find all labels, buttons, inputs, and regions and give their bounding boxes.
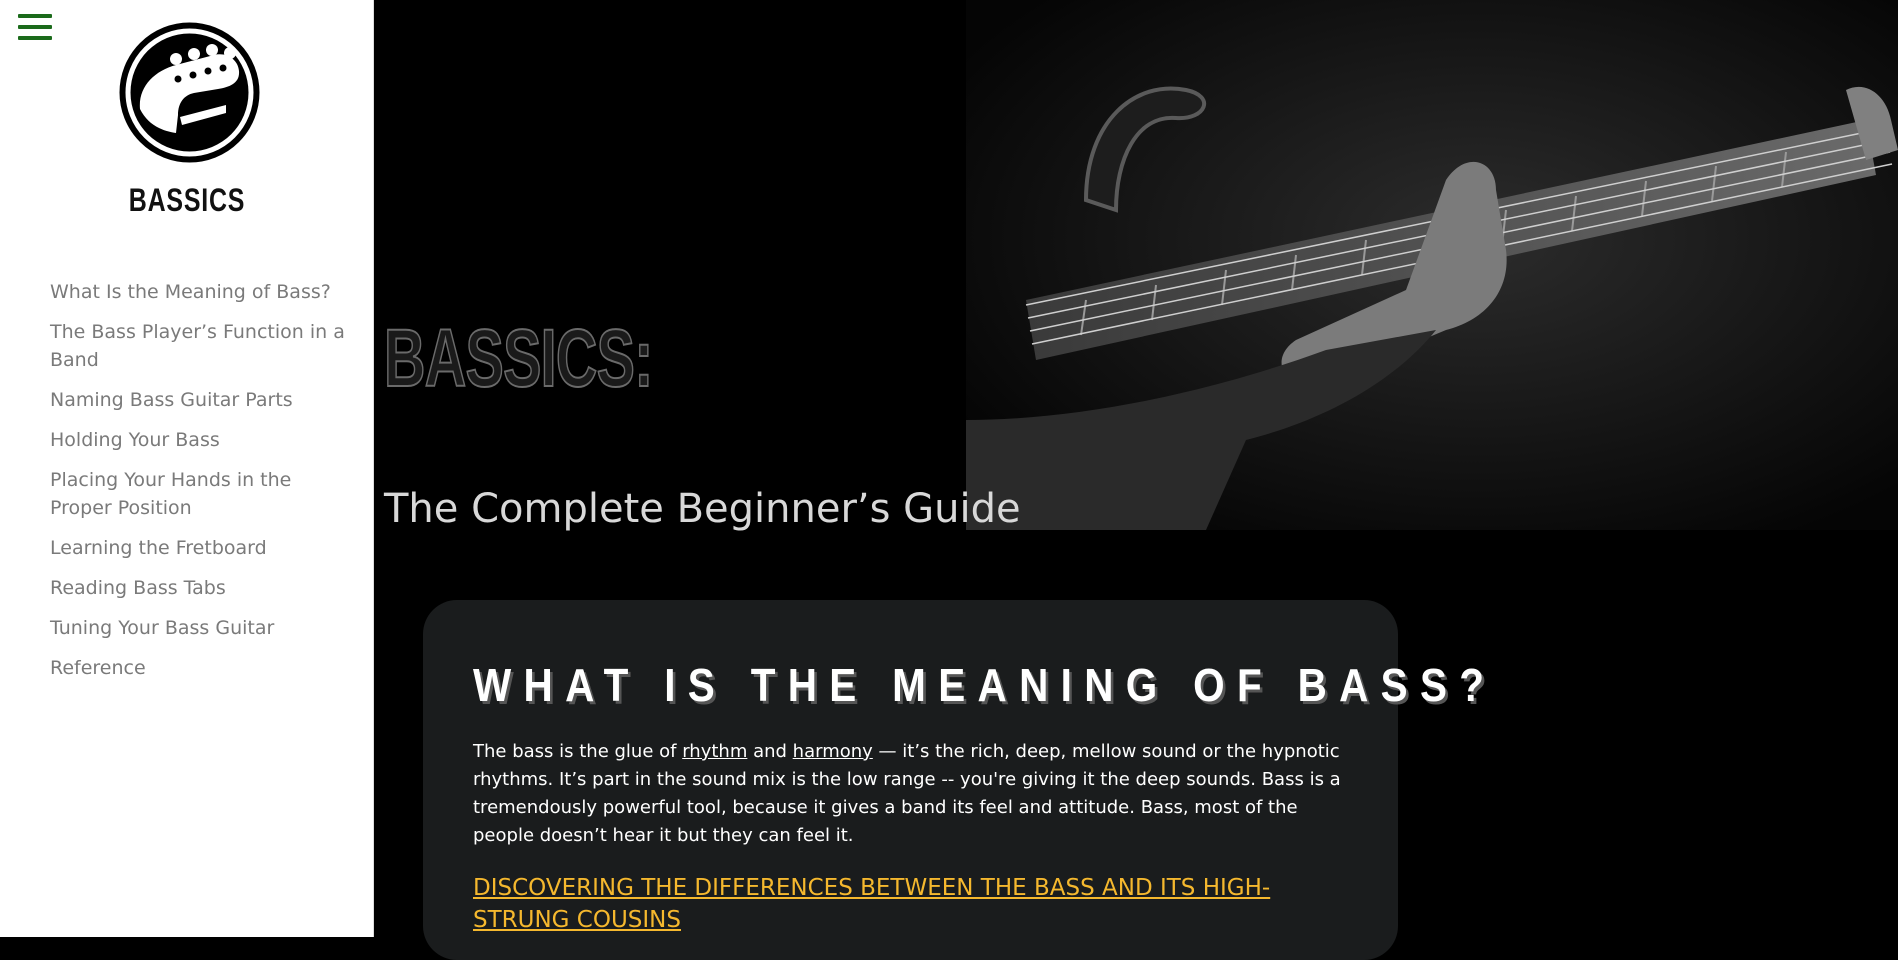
nav-item-fretboard[interactable]: Learning the Fretboard [50,534,350,562]
brand-name: BASSICS [128,182,246,218]
subheading-link[interactable]: DISCOVERING THE DIFFERENCES BETWEEN THE … [473,872,1323,936]
nav-item-bass-tabs[interactable]: Reading Bass Tabs [50,574,350,602]
nav-item-hand-position[interactable]: Placing Your Hands in the Proper Positio… [50,466,350,522]
nav-item-holding-bass[interactable]: Holding Your Bass [50,426,350,454]
body-text: and [747,741,793,762]
hero-title: BASSICS: [383,312,654,405]
bass-guitar-hero-image [966,0,1898,530]
nav-item-tuning[interactable]: Tuning Your Bass Guitar [50,614,350,642]
hamburger-menu-icon[interactable] [18,14,52,42]
harmony-link[interactable]: harmony [793,741,873,762]
nav-item-naming-parts[interactable]: Naming Bass Guitar Parts [50,386,350,414]
sidebar: BASSICS What Is the Meaning of Bass? The… [0,0,374,937]
nav-item-meaning-of-bass[interactable]: What Is the Meaning of Bass? [50,278,350,306]
hero-subtitle: The Complete Beginner’s Guide [384,486,1021,532]
hero-banner: BASSICS: The Complete Beginner’s Guide [374,0,1898,540]
rhythm-link[interactable]: rhythm [682,741,747,762]
nav-item-bass-player-function[interactable]: The Bass Player’s Function in a Band [50,318,350,374]
bass-headstock-logo[interactable] [118,21,261,164]
sidebar-nav: What Is the Meaning of Bass? The Bass Pl… [50,278,350,694]
nav-item-reference[interactable]: Reference [50,654,350,682]
body-text: The bass is the glue of [473,741,683,762]
section-heading: WHAT IS THE MEANING OF BASS? [473,659,1497,711]
content-card: WHAT IS THE MEANING OF BASS? The bass is… [423,600,1497,960]
section-body: The bass is the glue of rhythm and harmo… [473,738,1343,850]
